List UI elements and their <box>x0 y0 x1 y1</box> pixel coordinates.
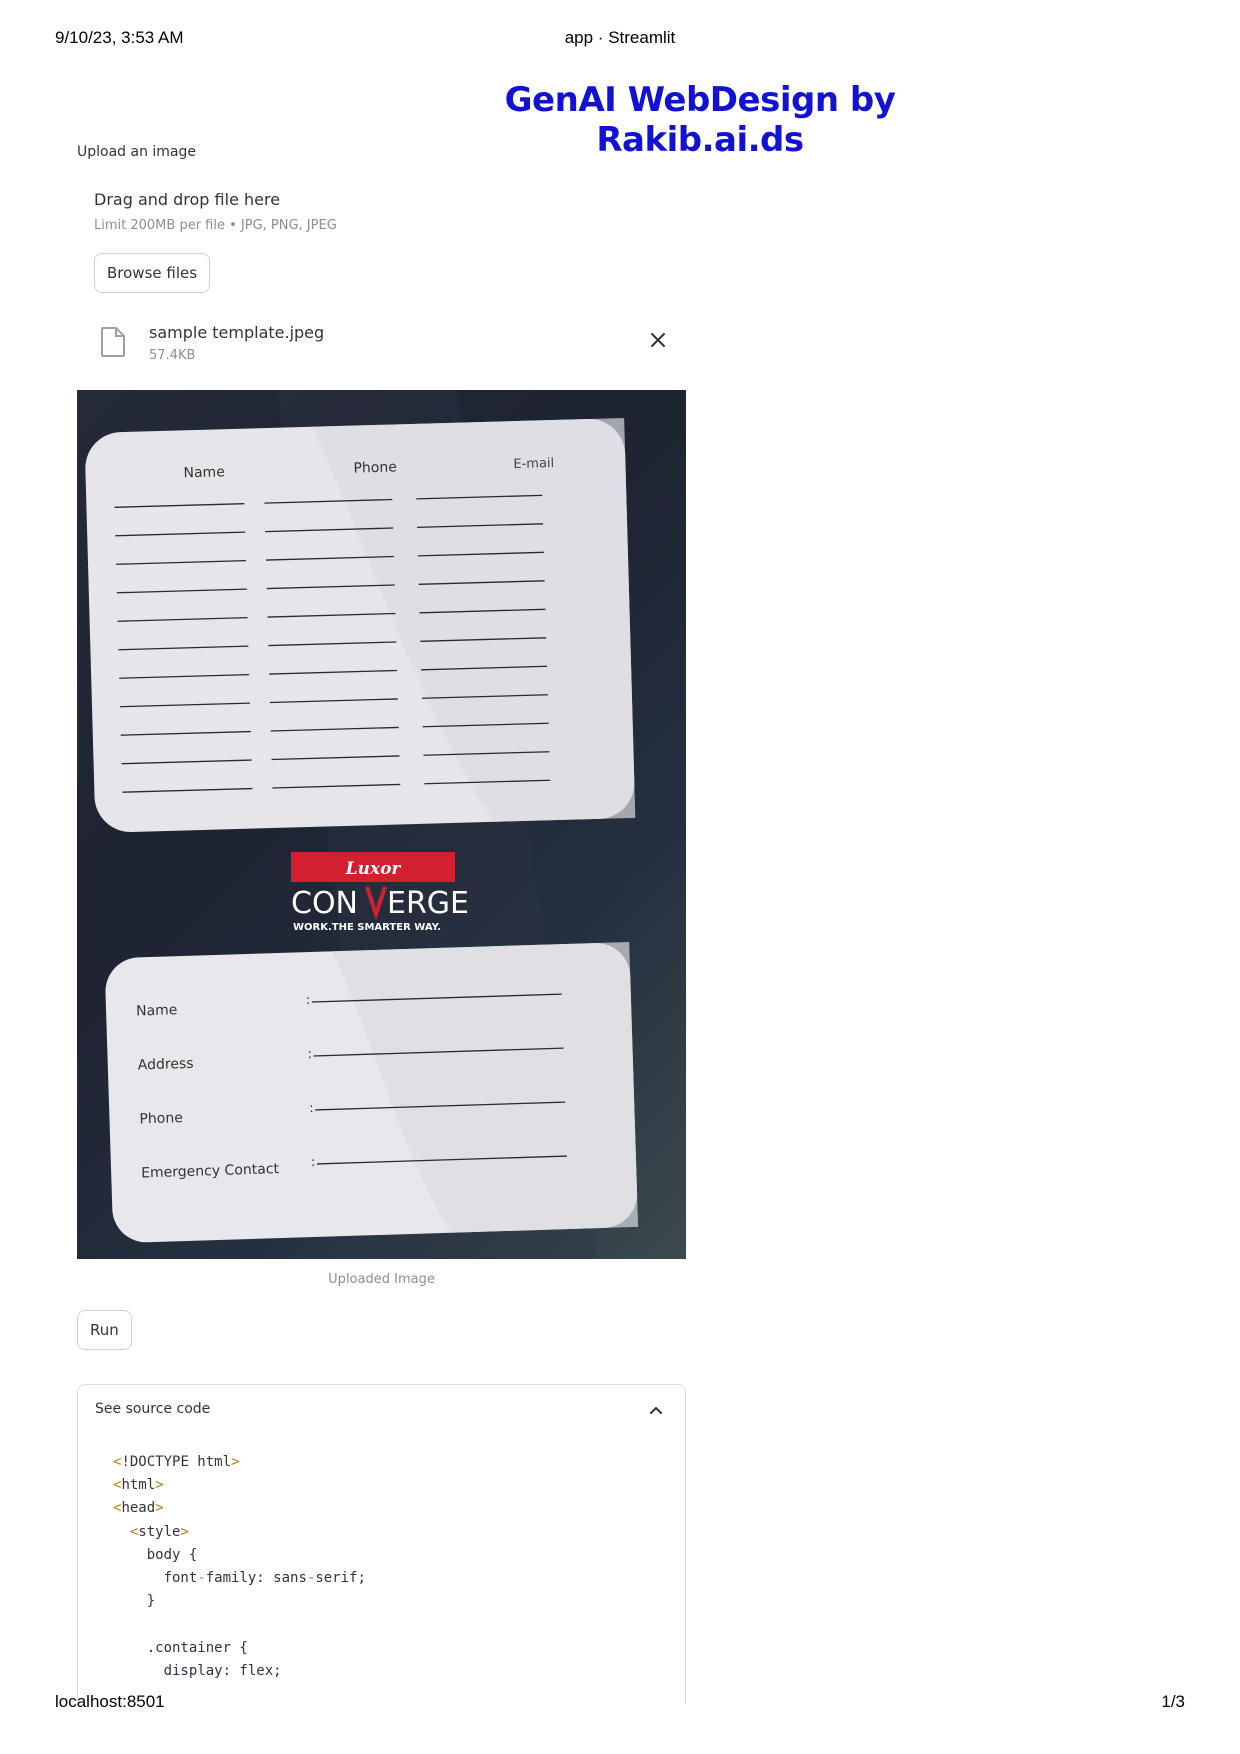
print-url: localhost:8501 <box>55 1692 165 1711</box>
source-code-expander[interactable]: See source code <!DOCTYPE html> <html> <… <box>77 1384 686 1704</box>
card-field-colon: : <box>306 993 311 1008</box>
image-caption: Uploaded Image <box>328 1272 435 1287</box>
card-field-label: Address <box>138 1056 194 1074</box>
logo-tagline: WORK.THE SMARTER WAY. <box>293 922 441 933</box>
card-field-label: Name <box>136 1002 178 1019</box>
card-header-email: E-mail <box>513 456 554 472</box>
upload-label: Upload an image <box>77 144 197 160</box>
run-button[interactable]: Run <box>77 1310 132 1350</box>
remove-file-icon[interactable] <box>648 330 668 350</box>
source-code-block: <!DOCTYPE html> <html> <head> <style> bo… <box>113 1451 366 1683</box>
code-line: <style> <box>129 1523 189 1540</box>
app-title: GenAI WebDesign by Rakib.ai.ds <box>504 80 896 160</box>
code-line: <html> <box>113 1477 164 1494</box>
code-line: <!DOCTYPE html> <box>113 1454 240 1470</box>
card-header-name: Name <box>183 464 225 481</box>
print-page-title: app · Streamlit <box>564 28 676 47</box>
uploaded-image: Name Phone E-mail Luxor CON ERGE WORK.TH… <box>77 390 686 1259</box>
uploaded-file-name: sample template.jpeg <box>149 323 325 342</box>
code-line: .container { <box>113 1639 248 1656</box>
uploaded-image-drawing: Name Phone E-mail Luxor CON ERGE WORK.TH… <box>85 390 639 1259</box>
code-line: font-family: sans-serif; <box>113 1570 366 1587</box>
browse-files-button[interactable]: Browse files <box>94 253 211 293</box>
expander-label: See source code <box>95 1401 211 1417</box>
dropzone-title: Drag and drop file here <box>94 190 281 209</box>
logo-name-right: ERGE <box>387 886 469 921</box>
card-field-colon: : <box>307 1047 312 1062</box>
chevron-up-icon[interactable] <box>648 1403 664 1419</box>
card-header-phone: Phone <box>353 459 397 476</box>
file-icon <box>101 327 125 357</box>
card-field-label: Phone <box>139 1110 183 1127</box>
code-line: body { <box>113 1546 198 1563</box>
code-line: display: flex; <box>113 1662 282 1679</box>
print-page-number: 1/3 <box>1161 1692 1185 1711</box>
code-line: <head> <box>113 1500 164 1517</box>
dropzone-limit: Limit 200MB per file • JPG, PNG, JPEG <box>94 218 337 233</box>
logo-name-left: CON <box>291 886 358 921</box>
card-field-colon: : <box>311 1155 316 1170</box>
logo-brand: Luxor <box>345 859 402 879</box>
uploaded-file-size: 57.4KB <box>149 348 196 363</box>
card-field-colon: : <box>309 1101 314 1116</box>
code-line: } <box>113 1593 156 1610</box>
